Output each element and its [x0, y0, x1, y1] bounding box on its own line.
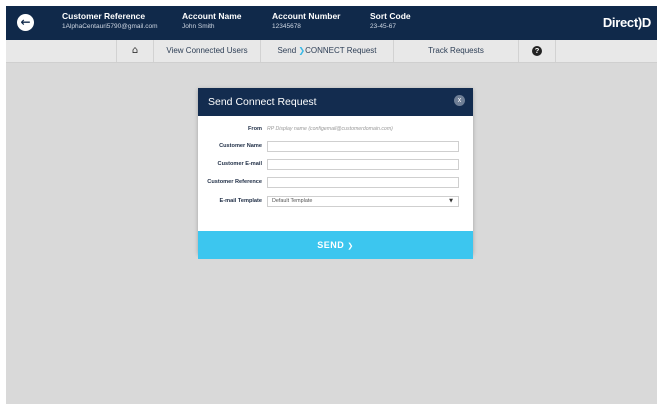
customer-email-input[interactable]: [267, 159, 459, 170]
caret-down-icon: ▼: [449, 198, 453, 204]
from-label: From: [248, 126, 262, 132]
account-name-value: John Smith: [182, 23, 215, 30]
nav-home[interactable]: ⌂: [116, 40, 153, 62]
account-number-column: Account Number 12345678: [272, 11, 340, 30]
modal-header: Send Connect Request x: [198, 88, 473, 116]
email-template-row: E-mail Template Default Template ▼: [198, 196, 473, 207]
nav-track-requests-label: Track Requests: [428, 46, 484, 55]
customer-email-label: Customer E-mail: [217, 161, 262, 167]
send-button[interactable]: SEND ❯: [198, 231, 473, 259]
customer-email-row: Customer E-mail: [198, 159, 473, 170]
email-template-select[interactable]: Default Template ▼: [267, 196, 459, 207]
customer-reference-value: 1AlphaCentauri5790@gmail.com: [62, 23, 158, 30]
account-name-label: Account Name: [182, 11, 242, 21]
nav-bar: ⌂ View Connected Users Send ❯CONNECT Req…: [6, 40, 657, 63]
customer-reference-field-label: Customer Reference: [207, 179, 262, 185]
sort-code-label: Sort Code: [370, 11, 411, 21]
customer-reference-row: Customer Reference: [198, 177, 473, 188]
from-value: RP Display name (configemail@customerdom…: [267, 126, 393, 132]
send-button-label: SEND: [317, 240, 345, 250]
question-circle-icon: ?: [532, 45, 542, 56]
home-icon: ⌂: [131, 45, 139, 56]
customer-reference-column: Customer Reference 1AlphaCentauri5790@gm…: [62, 11, 158, 30]
chevron-right-icon: ❯: [347, 242, 354, 250]
nav-send-label-suffix: CONNECT Request: [305, 46, 377, 55]
nav-track-requests[interactable]: Track Requests: [393, 40, 518, 62]
customer-name-label: Customer Name: [219, 143, 262, 149]
nav-view-connected-users[interactable]: View Connected Users: [153, 40, 260, 62]
customer-reference-label: Customer Reference: [62, 11, 146, 21]
send-connect-request-modal: Send Connect Request x From RP Display n…: [198, 88, 473, 259]
account-number-value: 12345678: [272, 23, 301, 30]
email-template-label: E-mail Template: [219, 198, 262, 204]
close-icon[interactable]: x: [454, 95, 465, 106]
back-arrow-icon[interactable]: ←: [17, 14, 34, 31]
from-row: From RP Display name (configemail@custom…: [198, 124, 473, 135]
nav-view-connected-users-label: View Connected Users: [166, 46, 248, 55]
app-frame: ← Customer Reference 1AlphaCentauri5790@…: [6, 6, 657, 404]
top-header: ← Customer Reference 1AlphaCentauri5790@…: [6, 6, 657, 40]
nav-help[interactable]: ?: [518, 40, 556, 62]
account-name-column: Account Name John Smith: [182, 11, 242, 30]
brand-logo: Direct)D: [602, 15, 651, 30]
nav-send-connect-request[interactable]: Send ❯CONNECT Request: [260, 40, 393, 62]
account-number-label: Account Number: [272, 11, 341, 21]
sort-code-value: 23-45-67: [370, 23, 397, 30]
customer-name-input[interactable]: [267, 141, 459, 152]
customer-reference-input[interactable]: [267, 177, 459, 188]
customer-name-row: Customer Name: [198, 141, 473, 152]
nav-send-label-prefix: Send: [277, 46, 297, 55]
sort-code-column: Sort Code 23-45-67: [370, 11, 411, 30]
modal-title: Send Connect Request: [208, 96, 317, 108]
email-template-value: Default Template: [272, 198, 313, 204]
